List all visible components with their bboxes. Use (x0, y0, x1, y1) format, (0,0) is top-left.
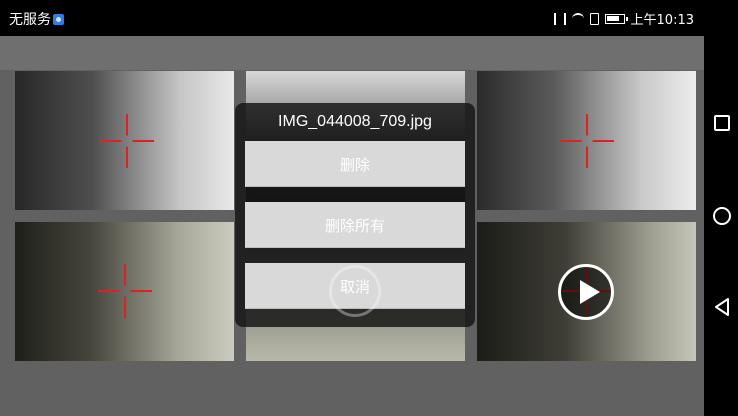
status-bar: 无服务 上午10:13 (0, 0, 704, 36)
carrier-badge-icon (53, 13, 64, 25)
delete-all-button[interactable]: 删除所有 (245, 202, 465, 248)
wifi-icon (571, 12, 584, 25)
status-left: 无服务 (9, 9, 64, 29)
crosshair-icon (98, 264, 152, 318)
status-right: 上午10:13 (553, 9, 694, 28)
toolbar-band (0, 36, 704, 70)
dialog-title: IMG_044008_709.jpg (278, 113, 432, 130)
play-icon[interactable] (558, 264, 614, 320)
back-icon[interactable] (714, 298, 730, 316)
delete-button[interactable]: 删除 (245, 141, 465, 187)
gallery-thumbnail[interactable] (15, 222, 234, 361)
carrier-text: 无服务 (9, 12, 51, 28)
crosshair-icon (100, 114, 154, 168)
gallery-thumbnail[interactable] (477, 71, 696, 210)
navigation-bar (704, 0, 738, 416)
gallery-thumbnail[interactable] (15, 71, 234, 210)
vibrate-icon (553, 12, 566, 25)
file-options-dialog: IMG_044008_709.jpg 删除 删除所有 取消 (235, 103, 475, 327)
crosshair-icon (560, 114, 614, 168)
sim-icon (589, 12, 599, 25)
clock: 上午10:13 (630, 13, 694, 28)
cancel-button[interactable]: 取消 (245, 263, 465, 309)
gallery-thumbnail[interactable] (477, 222, 696, 361)
recent-apps-icon[interactable] (714, 115, 730, 131)
app-screen: 无服务 上午10:13 IMG_044008_709.jpg 删除 删除所有 取… (0, 0, 704, 416)
battery-icon (604, 13, 628, 24)
home-icon[interactable] (713, 207, 731, 225)
